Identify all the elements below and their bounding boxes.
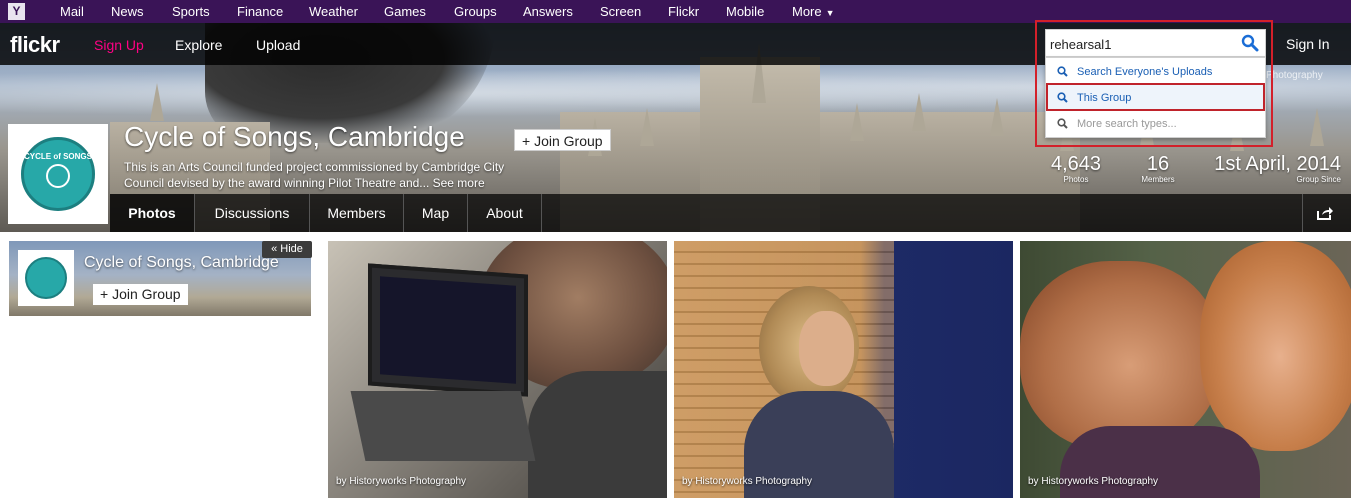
tab-discussions[interactable]: Discussions bbox=[195, 194, 310, 232]
yahoo-link-groups[interactable]: Groups bbox=[454, 4, 497, 19]
yahoo-link-flickr[interactable]: Flickr bbox=[668, 4, 699, 19]
photo-person-face bbox=[799, 311, 854, 386]
photo-tile[interactable]: by Historyworks Photography bbox=[1020, 241, 1351, 498]
mini-join-group-button[interactable]: + Join Group bbox=[93, 284, 188, 305]
stat-label: Members bbox=[1141, 175, 1175, 184]
stat-value: 1st April, 2014 bbox=[1214, 153, 1341, 175]
photo-laptop bbox=[368, 263, 528, 397]
tab-members[interactable]: Members bbox=[310, 194, 404, 232]
chevron-down-icon: ▼ bbox=[825, 8, 835, 18]
hide-button[interactable]: « Hide bbox=[262, 241, 312, 258]
mini-group-title: Cycle of Songs, Cambridge bbox=[84, 254, 279, 271]
spire bbox=[912, 93, 926, 131]
photo-laptop-screen bbox=[380, 276, 516, 384]
tab-map[interactable]: Map bbox=[404, 194, 468, 232]
explore-link[interactable]: Explore bbox=[175, 37, 222, 53]
photo-credit[interactable]: by Historyworks Photography bbox=[1028, 476, 1158, 487]
group-avatar[interactable]: CYCLE of SONGS bbox=[8, 124, 108, 224]
photo-tile[interactable]: by Historyworks Photography bbox=[328, 241, 667, 498]
sign-in-link[interactable]: Sign In bbox=[1286, 36, 1330, 52]
join-group-button[interactable]: + Join Group bbox=[514, 129, 611, 151]
photo-person-shirt bbox=[528, 371, 667, 498]
spire bbox=[640, 108, 654, 146]
group-tabs: Photos Discussions Members Map About bbox=[110, 194, 1351, 232]
mini-avatar[interactable] bbox=[18, 250, 74, 306]
stat-label: Photos bbox=[1063, 175, 1089, 184]
stat-value: 16 bbox=[1146, 153, 1170, 175]
bicycle-wheel-icon bbox=[46, 164, 70, 188]
group-title: Cycle of Songs, Cambridge bbox=[124, 121, 465, 152]
photo-tile[interactable]: by Historyworks Photography bbox=[674, 241, 1013, 498]
yahoo-logo[interactable]: Y bbox=[8, 3, 25, 20]
photo-credit[interactable]: by Historyworks Photography bbox=[682, 476, 812, 487]
spire bbox=[850, 103, 864, 141]
yahoo-link-games[interactable]: Games bbox=[384, 4, 426, 19]
tab-about[interactable]: About bbox=[468, 194, 542, 232]
share-button[interactable] bbox=[1302, 194, 1346, 232]
photo-credit[interactable]: by Historyworks Photography bbox=[336, 476, 466, 487]
yahoo-link-sports[interactable]: Sports bbox=[172, 4, 210, 19]
mini-logo-circle bbox=[25, 257, 67, 299]
flickr-logo[interactable]: flickr bbox=[10, 32, 60, 58]
photo-person-body bbox=[1060, 426, 1260, 498]
yahoo-link-weather[interactable]: Weather bbox=[309, 4, 358, 19]
photo-laptop-keyboard bbox=[350, 391, 536, 461]
stat-members: 16 Members bbox=[1120, 153, 1196, 184]
sign-up-link[interactable]: Sign Up bbox=[94, 37, 144, 53]
stat-label: Group Since bbox=[1296, 175, 1341, 184]
spire bbox=[990, 98, 1004, 136]
yahoo-more-label: More bbox=[792, 4, 822, 19]
stat-group-since: 1st April, 2014 Group Since bbox=[1205, 153, 1341, 184]
highlight-box-this-group bbox=[1046, 83, 1265, 111]
yahoo-link-mobile[interactable]: Mobile bbox=[726, 4, 764, 19]
upload-link[interactable]: Upload bbox=[256, 37, 300, 53]
spire bbox=[1310, 108, 1324, 146]
hero-photo-credit: Photography bbox=[1266, 70, 1323, 81]
spire bbox=[150, 83, 164, 121]
tab-photos[interactable]: Photos bbox=[110, 194, 195, 232]
yahoo-more-menu[interactable]: More ▼ bbox=[792, 4, 835, 19]
avatar-logo-text: CYCLE of SONGS bbox=[23, 152, 92, 161]
photo-person-head bbox=[1020, 261, 1220, 451]
yahoo-link-news[interactable]: News bbox=[111, 4, 144, 19]
yahoo-link-screen[interactable]: Screen bbox=[600, 4, 641, 19]
stat-value: 4,643 bbox=[1050, 153, 1102, 175]
yahoo-link-finance[interactable]: Finance bbox=[237, 4, 283, 19]
yahoo-link-mail[interactable]: Mail bbox=[60, 4, 84, 19]
photo-person-head bbox=[1200, 241, 1351, 451]
share-icon bbox=[1317, 207, 1333, 220]
yahoo-link-answers[interactable]: Answers bbox=[523, 4, 573, 19]
group-description: This is an Arts Council funded project c… bbox=[124, 160, 505, 190]
stat-photos: 4,643 Photos bbox=[1035, 153, 1117, 184]
